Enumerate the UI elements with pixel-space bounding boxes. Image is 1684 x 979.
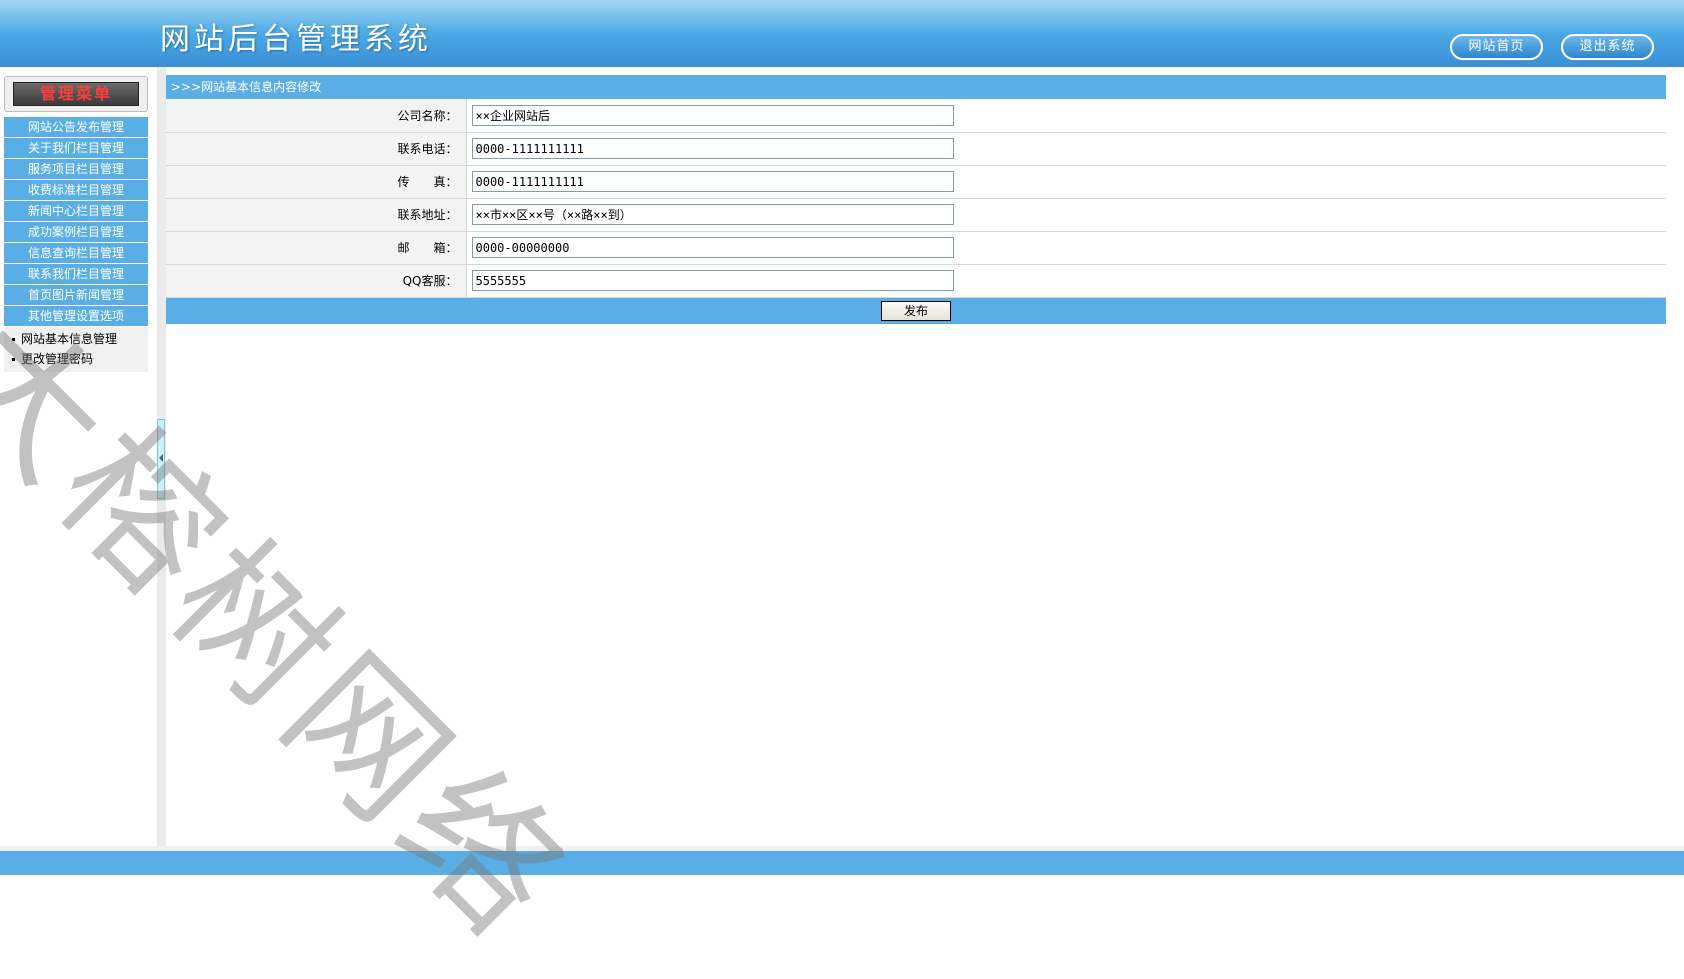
- form-row: 联系电话：: [166, 132, 1666, 166]
- form-cell: [466, 264, 1666, 298]
- sidebar-item-info-query[interactable]: 信息查询栏目管理: [4, 243, 148, 263]
- sidebar-item-news[interactable]: 新闻中心栏目管理: [4, 201, 148, 221]
- home-button[interactable]: 网站首页: [1450, 34, 1543, 60]
- form-cell: [466, 231, 1666, 265]
- company-name-label: 公司名称：: [166, 99, 467, 133]
- address-input[interactable]: [471, 204, 954, 225]
- submenu-item-label: 更改管理密码: [21, 352, 94, 366]
- email-label: 邮 箱：: [166, 231, 467, 265]
- bullet-icon: [12, 358, 15, 361]
- submenu-item-site-info[interactable]: 网站基本信息管理: [4, 329, 148, 349]
- submenu-item-label: 网站基本信息管理: [21, 332, 118, 346]
- sidebar-item-pricing[interactable]: 收费标准栏目管理: [4, 180, 148, 200]
- form-row: 公司名称：: [166, 99, 1666, 133]
- submenu-item-change-password[interactable]: 更改管理密码: [4, 349, 148, 369]
- qq-support-label: QQ客服：: [166, 264, 467, 298]
- sidebar-submenu: 网站基本信息管理 更改管理密码: [4, 327, 148, 372]
- bullet-icon: [12, 338, 15, 341]
- menu-title-box: 管理菜单: [4, 76, 148, 112]
- sidebar-item-home-images[interactable]: 首页图片新闻管理: [4, 285, 148, 305]
- form-row: 传 真：: [166, 165, 1666, 199]
- address-label: 联系地址：: [166, 198, 467, 232]
- qq-support-input[interactable]: [471, 270, 954, 291]
- fax-input[interactable]: [471, 171, 954, 192]
- phone-input[interactable]: [471, 138, 954, 159]
- company-name-input[interactable]: [471, 104, 954, 126]
- main-content: >>>网站基本信息内容修改 公司名称： 联系电话： 传 真： 联系地址： 邮 箱…: [166, 75, 1666, 324]
- sidebar-menu: 网站公告发布管理 关于我们栏目管理 服务项目栏目管理 收费标准栏目管理 新闻中心…: [4, 117, 148, 372]
- form-row: 联系地址：: [166, 198, 1666, 232]
- sidebar-collapse-handle[interactable]: [157, 419, 165, 499]
- form-cell: [466, 165, 1666, 199]
- app-title: 网站后台管理系统: [160, 22, 432, 57]
- sidebar-item-announcement[interactable]: 网站公告发布管理: [4, 117, 148, 137]
- form-cell: [466, 198, 1666, 232]
- form-cell: [466, 132, 1666, 166]
- sidebar-item-about-us[interactable]: 关于我们栏目管理: [4, 138, 148, 158]
- publish-button[interactable]: 发布: [881, 300, 951, 321]
- chevron-left-icon: [159, 454, 163, 462]
- logout-button[interactable]: 退出系统: [1561, 34, 1654, 60]
- footer-bar: [0, 851, 1684, 875]
- sidebar-item-other-settings[interactable]: 其他管理设置选项: [4, 306, 148, 326]
- form-row: 邮 箱：: [166, 231, 1666, 265]
- email-input[interactable]: [471, 237, 954, 258]
- header-banner: 网站后台管理系统 网站首页 退出系统: [0, 0, 1684, 67]
- sidebar-item-services[interactable]: 服务项目栏目管理: [4, 159, 148, 179]
- breadcrumb: >>>网站基本信息内容修改: [166, 75, 1666, 99]
- site-info-form: 公司名称： 联系电话： 传 真： 联系地址： 邮 箱： QQ客服：: [166, 99, 1666, 298]
- sidebar-item-contact[interactable]: 联系我们栏目管理: [4, 264, 148, 284]
- submit-bar: 发布: [166, 297, 1666, 324]
- form-row: QQ客服：: [166, 264, 1666, 298]
- menu-title: 管理菜单: [13, 82, 139, 106]
- fax-label: 传 真：: [166, 165, 467, 199]
- form-cell: [466, 99, 1666, 133]
- sidebar: 管理菜单 网站公告发布管理 关于我们栏目管理 服务项目栏目管理 收费标准栏目管理…: [0, 67, 157, 850]
- phone-label: 联系电话：: [166, 132, 467, 166]
- sidebar-item-cases[interactable]: 成功案例栏目管理: [4, 222, 148, 242]
